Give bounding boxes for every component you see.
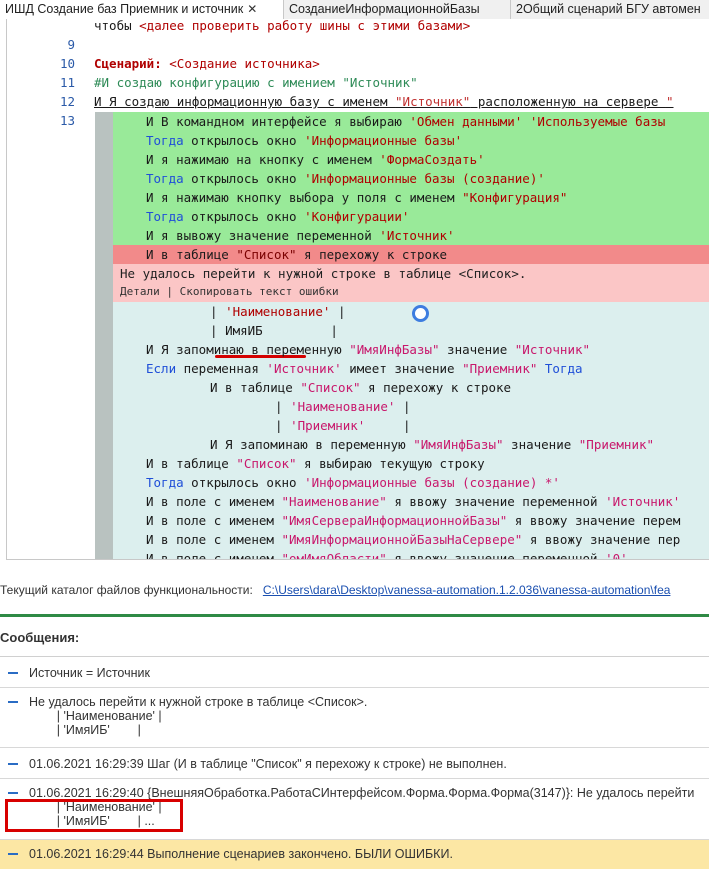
step-line: И я нажимаю кнопку выбора у поля с имене… [146,190,568,205]
step-line: И В командном интерфейсе я выбираю 'Обме… [146,114,666,129]
close-icon[interactable]: ✕ [247,2,257,16]
messages-title: Сообщения: [0,630,80,645]
code-line: чтобы <далее проверить работу шины с эти… [94,19,471,33]
line-number: 13 [59,113,75,128]
tab-general-scenario[interactable]: 2Общий сценарий БГУ автомен [511,0,709,19]
table-row-line: | ИмяИБ | [210,323,338,338]
collapse-icon[interactable] [8,763,18,765]
step-line: И Я запоминаю в переменную "ИмяИнфБазы" … [210,437,655,452]
panel-separator[interactable] [0,614,709,617]
error-actions: Детали | Скопировать текст ошибки [120,285,339,298]
tab-bar: ИШД Создание баз Приемник и источник ✕ Со… [0,0,709,20]
comment-line: #И создаю конфигурацию с имением "Источн… [94,75,418,90]
message-text: Источник = Источник [29,666,150,680]
message-item[interactable]: Источник = Источник [0,657,709,688]
line-number: 10 [59,56,75,71]
red-box-annotation [5,799,183,832]
step-line: И в поле с именем "ИмяИнформационнойБазы… [146,532,681,547]
tab-label: ИШД Создание баз Приемник и источник [5,2,244,16]
step-line: И в таблице "Список" я выбираю текущую с… [146,456,485,471]
step-line: Тогда открылось окно 'Информационные баз… [146,171,545,186]
line-number: 11 [59,75,75,90]
code-line: Сценарий: <Создание источника> [94,56,320,71]
table-row-line: | 'Наименование' | [210,304,346,319]
message-item[interactable]: 01.06.2021 16:29:39 Шаг (И в таблице "Сп… [0,748,709,779]
messages-list[interactable]: Источник = Источник Не удалось перейти к… [0,656,709,869]
tab-label: 2Общий сценарий БГУ автомен [516,2,701,16]
collapse-icon[interactable] [8,672,18,674]
failed-step-line: И в таблице "Список" я перехожу к строке [146,247,448,262]
step-line: И в таблице "Список" я перехожу к строке [210,380,512,395]
step-line: И в поле с именем "ИмяСервераИнформацион… [146,513,681,528]
collapse-icon[interactable] [8,701,18,703]
cursor-ring-icon [412,305,429,322]
feature-editor[interactable]: чтобы <далее проверить работу шины с эти… [6,19,709,560]
step-line: Если переменная 'Источник' имеет значени… [146,361,583,376]
message-item[interactable]: Не удалось перейти к нужной строке в таб… [0,688,709,748]
tab-create-infobase[interactable]: СозданиеИнформационнойБазы [284,0,511,19]
step-line: И в поле с именем "Наименование" я ввожу… [146,494,681,509]
table-row-line: | 'Наименование' | [275,399,411,414]
details-link[interactable]: Детали [120,285,160,298]
copy-error-link[interactable]: Скопировать текст ошибки [180,285,339,298]
message-text: 01.06.2021 16:29:44 Выполнение сценариев… [29,847,453,861]
step-line: Тогда открылось окно 'Конфигурации' [146,209,410,224]
message-text: Не удалось перейти к нужной строке в таб… [29,695,368,737]
step-line: И я вывожу значение переменной 'Источник… [146,228,455,243]
table-row-line: | 'Приемник' | [275,418,411,433]
features-directory-link[interactable]: C:\Users\dara\Desktop\vanessa-automation… [263,583,671,597]
step-line: И я нажимаю на кнопку с именем 'ФормаСоз… [146,152,485,167]
collapse-icon[interactable] [8,792,18,794]
step-line: Тогда открылось окно 'Информационные баз… [146,475,560,490]
line-number: 9 [67,37,75,52]
tab-label: СозданиеИнформационнойБазы [289,2,480,16]
features-directory-row: Текущий каталог файлов функциональности:… [0,583,709,599]
features-directory-label: Текущий каталог файлов функциональности: [0,583,253,597]
code-line[interactable]: И Я создаю информационную базу с именем … [94,92,674,111]
tab-ishd-create-bases[interactable]: ИШД Создание баз Приемник и источник ✕ [0,0,284,20]
step-line: И в поле с именем "омИмяОбласти" я ввожу… [146,551,628,560]
message-text: 01.06.2021 16:29:39 Шаг (И в таблице "Сп… [29,757,507,771]
line-number: 12 [59,94,75,109]
step-line: И Я запоминаю в переменную "ИмяИнфБазы" … [146,342,591,357]
subscenario-gutter [95,112,113,559]
collapse-icon[interactable] [8,853,18,855]
step-line: Тогда открылось окно 'Информационные баз… [146,133,463,148]
error-message: Не удалось перейти к нужной строке в таб… [120,266,527,281]
message-item-final[interactable]: 01.06.2021 16:29:44 Выполнение сценариев… [0,840,709,869]
